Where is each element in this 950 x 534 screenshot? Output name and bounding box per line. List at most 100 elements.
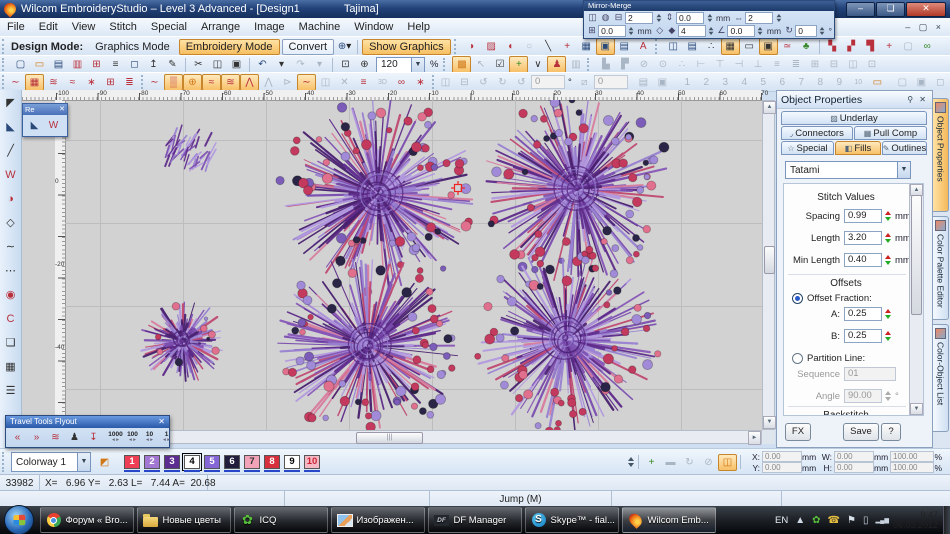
hotkey-style-4-icon[interactable]: 4 bbox=[735, 74, 754, 91]
stitch-edit-tool[interactable]: W bbox=[1, 166, 21, 185]
color-mixer-icon[interactable]: ◩ bbox=[95, 454, 114, 471]
flag-tray-icon[interactable]: ⚑ bbox=[847, 515, 856, 526]
circle-digitize-tool[interactable]: ◉ bbox=[1, 286, 21, 305]
dock-properties-icon[interactable]: ◫ bbox=[718, 454, 737, 471]
print-design-icon[interactable]: ≡ bbox=[106, 56, 125, 73]
design-views-icon[interactable]: ▜ bbox=[861, 38, 880, 55]
spacing-spinner[interactable] bbox=[883, 209, 892, 223]
stitch-edit-icon[interactable]: W bbox=[44, 117, 63, 134]
show-connectors-icon[interactable]: ∨ bbox=[528, 56, 547, 73]
height-scale-field[interactable]: 100.00 bbox=[890, 462, 934, 473]
angle-field[interactable]: 0 bbox=[795, 25, 817, 37]
show-grid-icon[interactable]: ▦ bbox=[577, 38, 596, 55]
tab-pull-comp[interactable]: ▦ Pull Comp bbox=[854, 126, 927, 140]
color-swatch-9[interactable]: 9 bbox=[284, 455, 300, 469]
show-desktop-button[interactable] bbox=[943, 506, 950, 534]
embroidery-mode-button[interactable]: Embroidery Mode bbox=[179, 39, 280, 55]
menu-help[interactable]: Help bbox=[400, 19, 437, 35]
reshape-object-icon[interactable]: ◣ bbox=[25, 117, 44, 134]
motif-fill-icon[interactable]: ∗ bbox=[82, 74, 101, 91]
colorway-dropdown[interactable]: Colorway 1 ▼ bbox=[11, 452, 91, 472]
paste-icon[interactable]: ▣ bbox=[227, 56, 246, 73]
skew-angle-field[interactable]: 0 bbox=[594, 75, 628, 89]
machine-format-icon[interactable]: ▭ bbox=[740, 38, 759, 55]
mirror-y-icon[interactable]: ⊟ bbox=[455, 74, 474, 91]
hotkey-style-1-icon[interactable]: 1 bbox=[678, 74, 697, 91]
taskbar-app-chrome[interactable]: Форум « Bro... bbox=[40, 507, 134, 533]
add-colorway-icon[interactable]: + bbox=[642, 454, 661, 471]
lettering-icon[interactable]: A bbox=[634, 38, 653, 55]
travel-step-100[interactable]: 100◂ ▸ bbox=[124, 432, 141, 444]
show-image-icon[interactable]: ▤ bbox=[615, 38, 634, 55]
side-tab-color-palette-editor[interactable]: Color Palette Editor bbox=[933, 216, 949, 320]
hand-look-icon[interactable]: ⊳ bbox=[278, 74, 297, 91]
cycle-colors-icon[interactable]: ↻ bbox=[680, 454, 699, 471]
style-folder-icon[interactable]: ▭ bbox=[868, 74, 887, 91]
hotkey-style-8-icon[interactable]: 8 bbox=[811, 74, 830, 91]
travel-step-1000[interactable]: 1000◂ ▸ bbox=[107, 432, 124, 444]
scroll-down-icon[interactable]: ▼ bbox=[763, 416, 776, 429]
no-background-icon[interactable]: ⊘ bbox=[699, 454, 718, 471]
tray-expand-icon[interactable]: ▲ bbox=[795, 515, 805, 526]
scroll-right-icon[interactable]: ► bbox=[748, 431, 761, 445]
align-center-h-icon[interactable]: ≡ bbox=[767, 56, 786, 73]
travel-by-stitches-icon[interactable]: ≋ bbox=[46, 429, 65, 446]
save-design-icon[interactable]: ▤ bbox=[49, 56, 68, 73]
vertical-scrollbar[interactable]: ▲ ▼ bbox=[762, 100, 775, 430]
menu-machine[interactable]: Machine bbox=[292, 19, 348, 35]
sequence-field[interactable]: 01 bbox=[844, 367, 896, 381]
y-position-field[interactable]: 0.00 bbox=[762, 462, 802, 473]
travel-needle-icon[interactable]: ↧ bbox=[84, 429, 103, 446]
tatami-fill-icon[interactable]: ▦ bbox=[25, 74, 44, 91]
mirror-rows-field[interactable]: 2 bbox=[745, 12, 773, 24]
x-position-field[interactable]: 0.00 bbox=[762, 451, 802, 462]
measure-tool[interactable]: ╱ bbox=[1, 142, 21, 161]
select-settings-icon[interactable]: ☑ bbox=[490, 56, 509, 73]
tab-outlines[interactable]: ✎ Outlines bbox=[882, 141, 927, 155]
menu-window[interactable]: Window bbox=[347, 19, 400, 35]
color-swatch-3[interactable]: 3 bbox=[164, 455, 180, 469]
travel-by-color-icon[interactable]: ♟ bbox=[65, 429, 84, 446]
arc-digitize-tool[interactable]: C bbox=[1, 310, 21, 329]
hoop-view-icon[interactable]: ▣ bbox=[759, 38, 778, 55]
menu-file[interactable]: File bbox=[0, 19, 32, 35]
polygon-select-tool[interactable]: ◇ bbox=[1, 214, 21, 233]
partition-angle-field[interactable]: 90.00 bbox=[844, 389, 882, 403]
help-button[interactable]: ? bbox=[881, 423, 901, 441]
length-field[interactable]: 3.20 bbox=[844, 231, 882, 245]
tab-connectors[interactable]: ◞ Connectors bbox=[781, 126, 853, 140]
warp-effect-icon[interactable]: ⋀ bbox=[259, 74, 278, 91]
grid-settings-tool[interactable]: ▦ bbox=[1, 358, 21, 377]
florentine-effect-icon[interactable]: ⋀ bbox=[240, 74, 259, 91]
align-bottom-icon[interactable]: ≣ bbox=[786, 56, 805, 73]
mirror-v-icon[interactable]: ⊟ bbox=[612, 12, 625, 23]
layers-tool[interactable]: ❏ bbox=[1, 334, 21, 353]
offset-a-spinner[interactable] bbox=[883, 307, 892, 321]
undo-icon[interactable]: ↶ bbox=[253, 56, 272, 73]
taskbar-app-wilcom[interactable]: Wilcom Emb... bbox=[622, 507, 716, 533]
reshape-tool[interactable]: ◣ bbox=[1, 118, 21, 137]
offset-field[interactable]: 0.0 bbox=[727, 25, 755, 37]
contour-fill-icon[interactable]: ≣ bbox=[120, 74, 139, 91]
thread-colors-tool[interactable]: ◑ bbox=[1, 190, 21, 209]
kaleidoscope-2-icon[interactable]: ◆ bbox=[666, 25, 678, 36]
mirror-merge-palette[interactable]: Mirror-Merge ◫ ◍ ⊟ 2 ⇕ 0.0 mm ⇔ 2 ⊞ 0.0 … bbox=[583, 0, 835, 39]
needle-points-view-icon[interactable]: ▦ bbox=[721, 38, 740, 55]
write-to-card-icon[interactable]: ✎ bbox=[163, 56, 182, 73]
partition-angle-spinner[interactable] bbox=[883, 389, 892, 403]
send-to-machine-icon[interactable]: ↥ bbox=[144, 56, 163, 73]
hotkey-style-10-icon[interactable]: 10 bbox=[849, 74, 868, 91]
run-digitize-tool[interactable]: ∼ bbox=[1, 238, 21, 257]
row-spacing-field[interactable]: 0.0 bbox=[598, 25, 626, 37]
restore-button[interactable]: ❏ bbox=[876, 2, 905, 17]
mirror-columns-field[interactable]: 2 bbox=[625, 12, 653, 24]
start-button[interactable] bbox=[4, 505, 34, 534]
close-icon[interactable]: ✕ bbox=[59, 104, 65, 115]
overview-window-icon[interactable]: ▤ bbox=[683, 38, 702, 55]
color-swatch-10[interactable]: 10 bbox=[304, 455, 320, 469]
width-scale-field[interactable]: 100.00 bbox=[890, 451, 934, 462]
show-selected-icon[interactable]: ♟ bbox=[547, 56, 566, 73]
tab-special[interactable]: ☆ Special bbox=[781, 141, 834, 155]
fx-button[interactable]: FX bbox=[785, 423, 811, 441]
feather-edge-icon[interactable]: ∼ bbox=[145, 74, 164, 91]
